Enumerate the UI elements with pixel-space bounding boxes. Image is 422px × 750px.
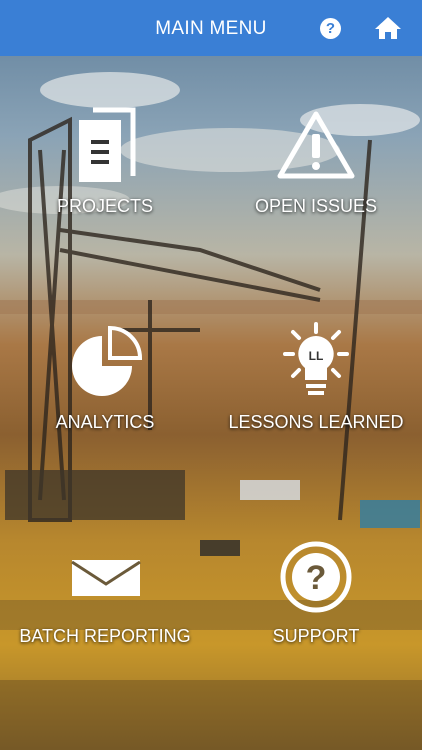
main-menu-screen: MAIN MENU ? PROJECTS OPEN ISSUES ANALYTI…: [0, 0, 422, 750]
lessons-learned-tile[interactable]: LL LESSONS LEARNED: [221, 318, 411, 478]
page-title: MAIN MENU: [155, 18, 267, 39]
analytics-label: ANALYTICS: [55, 412, 155, 432]
help-icon[interactable]: ?: [320, 18, 341, 39]
projects-tile[interactable]: PROJECTS: [10, 100, 200, 260]
open-issues-tile[interactable]: OPEN ISSUES: [221, 100, 411, 260]
lightbulb-icon: LL: [283, 322, 349, 395]
warning-icon: [277, 111, 355, 179]
top-bar: MAIN MENU ?: [0, 0, 422, 56]
analytics-tile[interactable]: ANALYTICS: [10, 318, 200, 478]
open-issues-label: OPEN ISSUES: [254, 196, 378, 216]
question-circle-icon: ?: [280, 541, 352, 613]
batch-reporting-tile[interactable]: BATCH REPORTING: [10, 540, 200, 700]
envelope-icon: [71, 560, 141, 596]
projects-label: PROJECTS: [56, 196, 153, 216]
support-label: SUPPORT: [272, 626, 360, 646]
lightbulb-text: LL: [309, 349, 324, 363]
batch-reporting-label: BATCH REPORTING: [19, 626, 191, 646]
home-icon[interactable]: [373, 16, 403, 40]
pie-chart-icon: [72, 325, 143, 396]
support-tile[interactable]: ? SUPPORT: [221, 540, 411, 700]
lessons-learned-label: LESSONS LEARNED: [228, 412, 404, 432]
svg-text:?: ?: [306, 559, 327, 597]
documents-icon: [79, 107, 136, 182]
